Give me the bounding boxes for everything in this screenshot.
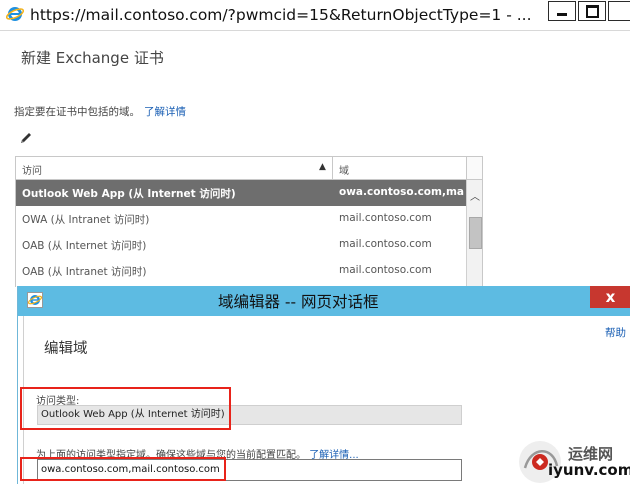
domain-input[interactable] bbox=[37, 459, 462, 481]
access-cell: OWA (从 Intranet 访问时) bbox=[22, 214, 150, 226]
access-cell: Outlook Web App (从 Internet 访问时) bbox=[22, 188, 236, 200]
column-separator bbox=[332, 157, 333, 179]
watermark-line2: iyunv.com bbox=[548, 461, 630, 479]
table-row[interactable]: OWA (从 Intranet 访问时) mail.contoso.com bbox=[16, 206, 466, 232]
browser-titlebar: https://mail.contoso.com/?pwmcid=15&Retu… bbox=[0, 0, 630, 31]
sort-ascending-icon[interactable]: ▲ bbox=[319, 162, 326, 172]
domain-cell: mail.contoso.com bbox=[339, 238, 432, 250]
dialog-close-button[interactable]: x bbox=[590, 286, 630, 308]
column-header-domain[interactable]: 域 bbox=[339, 162, 349, 177]
table-row[interactable]: OAB (从 Internet 访问时) mail.contoso.com bbox=[16, 232, 466, 258]
scrollbar-thumb[interactable] bbox=[469, 217, 482, 249]
domains-grid: 访问 ▲ 域 Outlook Web App (从 Internet 访问时) … bbox=[15, 156, 483, 287]
domain-cell: mail.contoso.com bbox=[339, 264, 432, 276]
grid-scrollbar[interactable]: ︿ bbox=[466, 180, 482, 287]
access-type-field: Outlook Web App (从 Internet 访问时) bbox=[37, 405, 462, 425]
page-title: 新建 Exchange 证书 bbox=[21, 49, 164, 67]
instruction-label: 指定要在证书中包括的域。 bbox=[14, 106, 140, 118]
scrollbar-header-corner bbox=[466, 157, 482, 179]
dialog-titlebar[interactable]: 域编辑器 -- 网页对话框 x bbox=[18, 286, 630, 316]
table-row[interactable]: OAB (从 Intranet 访问时) mail.contoso.com bbox=[16, 258, 466, 284]
domain-cell: owa.contoso.com,mail.c... bbox=[339, 186, 464, 198]
grid-header: 访问 ▲ 域 bbox=[16, 157, 482, 180]
dialog-title: 域编辑器 -- 网页对话框 bbox=[218, 293, 379, 311]
internet-explorer-icon bbox=[6, 7, 24, 21]
instruction-text: 指定要在证书中包括的域。 了解详情 bbox=[14, 104, 186, 119]
minimize-button[interactable] bbox=[548, 1, 576, 21]
table-row[interactable]: Outlook Web App (从 Internet 访问时) owa.con… bbox=[16, 180, 466, 206]
scroll-up-icon[interactable]: ︿ bbox=[470, 188, 480, 203]
learn-more-link[interactable]: 了解详情 bbox=[144, 106, 186, 118]
help-link[interactable]: 帮助 bbox=[605, 325, 626, 340]
dialog-heading: 编辑域 bbox=[44, 341, 88, 357]
internet-explorer-icon bbox=[27, 292, 43, 308]
window-close-button[interactable] bbox=[608, 1, 630, 21]
maximize-button[interactable] bbox=[578, 1, 606, 21]
access-cell: OAB (从 Intranet 访问时) bbox=[22, 266, 147, 278]
column-header-access[interactable]: 访问 bbox=[22, 162, 42, 177]
window-url: https://mail.contoso.com/?pwmcid=15&Retu… bbox=[30, 6, 532, 24]
edit-icon[interactable] bbox=[19, 131, 33, 145]
access-cell: OAB (从 Internet 访问时) bbox=[22, 240, 147, 252]
domain-cell: mail.contoso.com bbox=[339, 212, 432, 224]
